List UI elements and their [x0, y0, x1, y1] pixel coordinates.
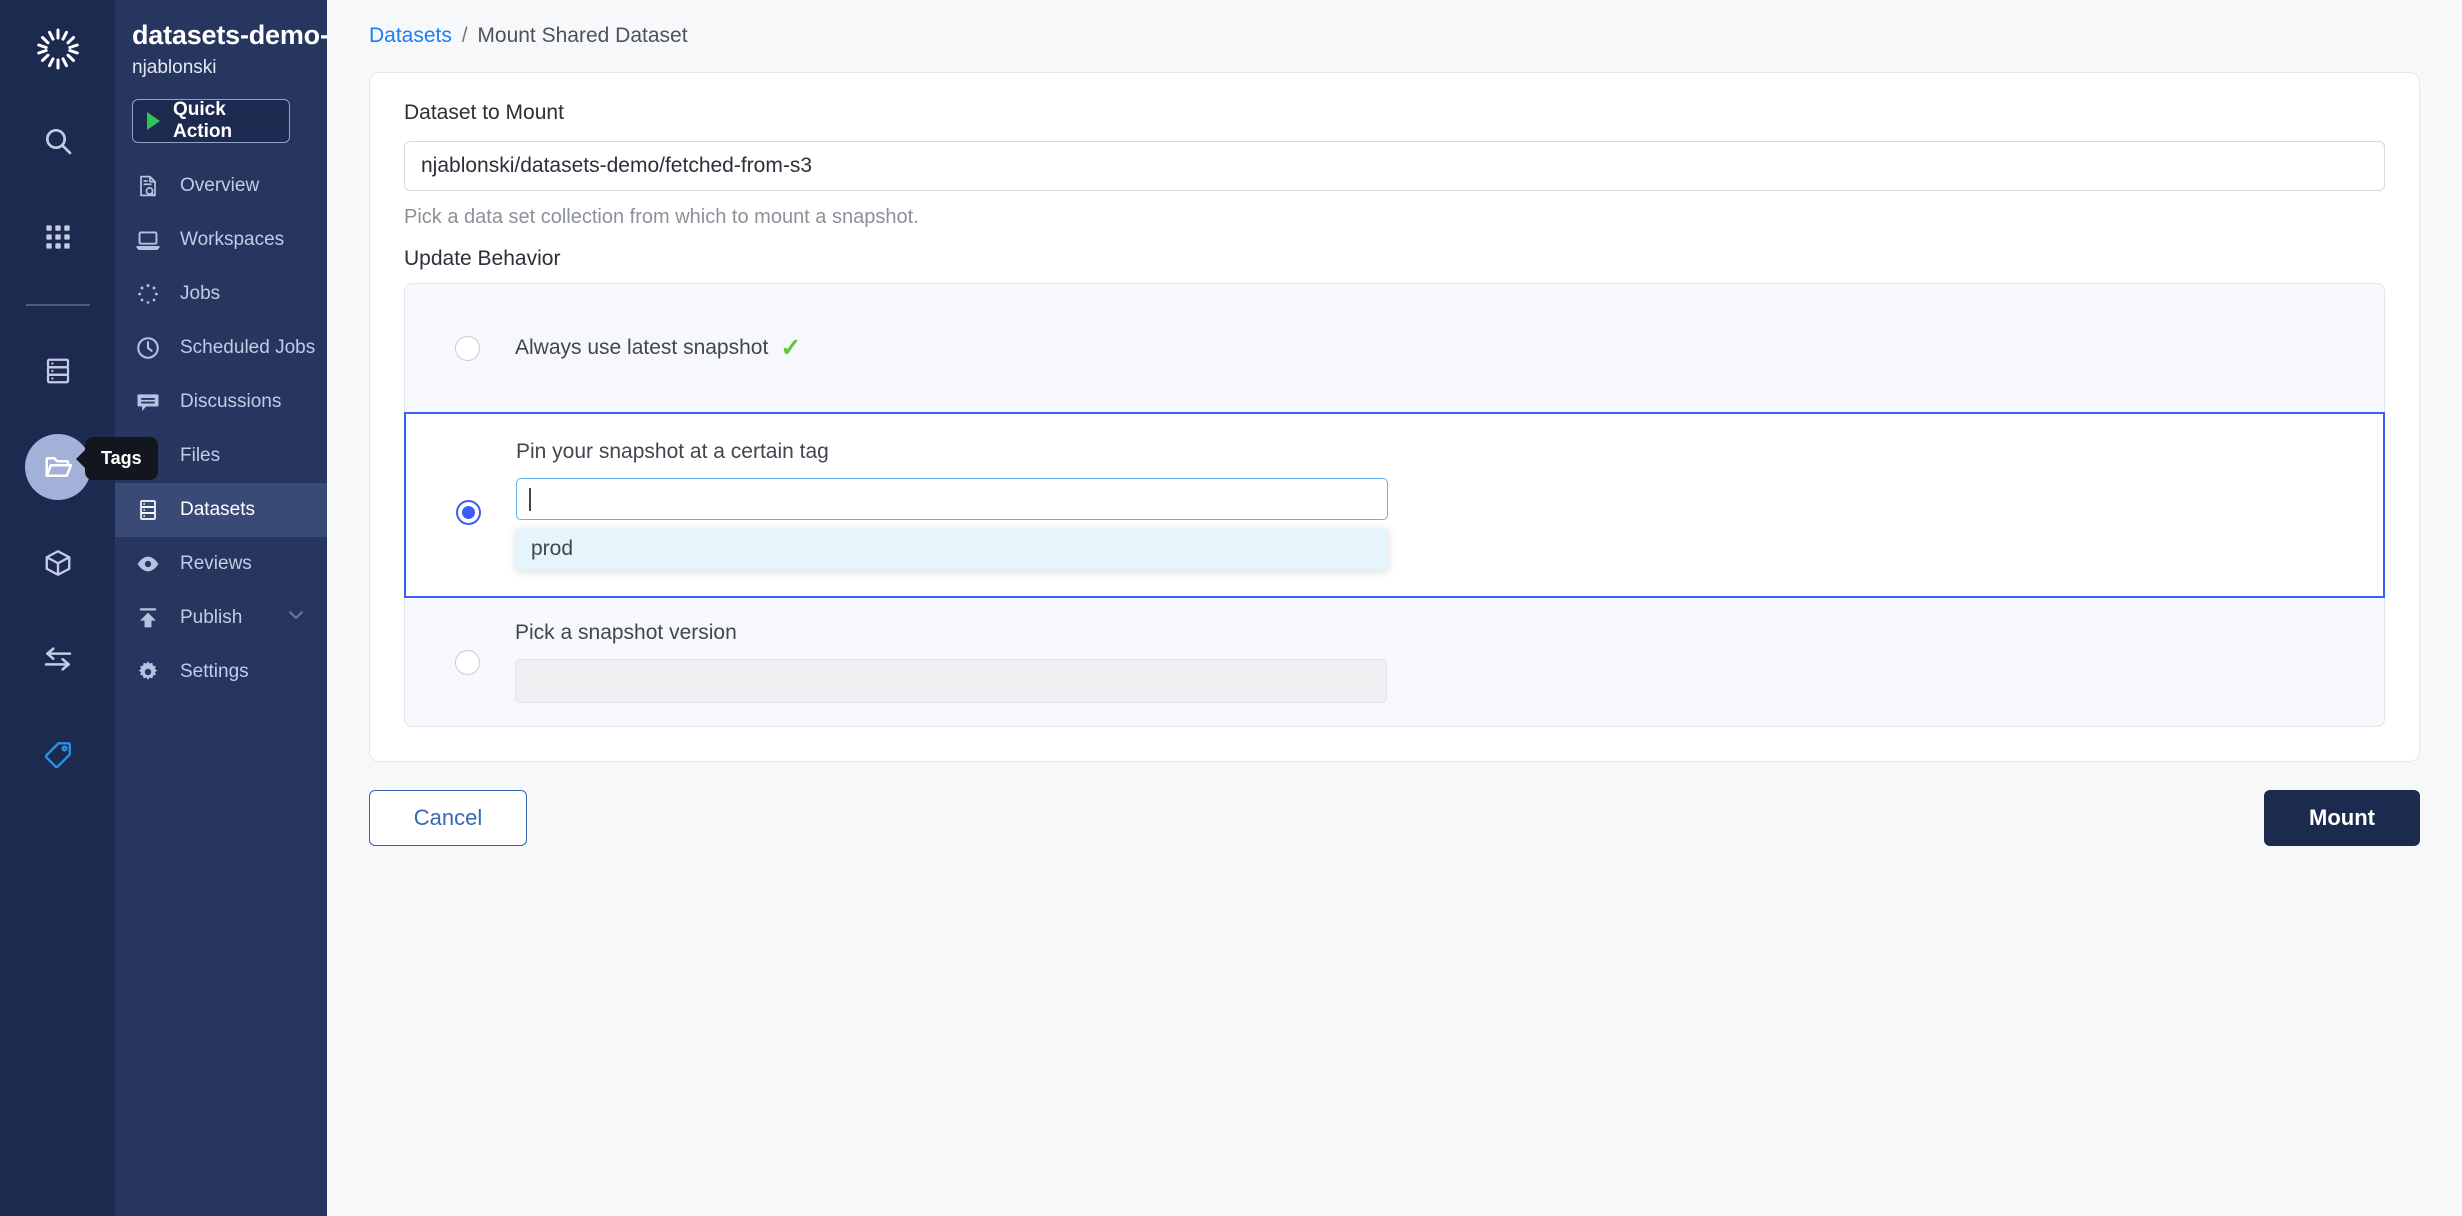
mount-form-card: Dataset to Mount njablonski/datasets-dem… [369, 72, 2420, 762]
tag-dropdown: prod [516, 528, 1388, 570]
clock-icon [134, 334, 162, 362]
laptop-icon [134, 226, 162, 254]
eye-icon [134, 550, 162, 578]
sidebar-item-publish[interactable]: Publish [115, 591, 327, 645]
dataset-to-mount-input[interactable]: njablonski/datasets-demo/fetched-from-s3 [404, 141, 2385, 191]
radio-pick-version[interactable] [455, 649, 480, 675]
sidebar-nav: Overview Workspaces Jobs Scheduled Jobs … [115, 159, 327, 699]
chevron-down-icon[interactable] [285, 604, 307, 632]
dataset-helper-text: Pick a data set collection from which to… [404, 206, 919, 228]
option-body: Pick a snapshot version [515, 621, 2362, 703]
text-caret [529, 487, 531, 511]
sidebar-item-jobs[interactable]: Jobs [115, 267, 327, 321]
sidebar-item-label: Publish [180, 607, 243, 628]
breadcrumb: Datasets / Mount Shared Dataset [327, 0, 2462, 48]
option-body: Pin your snapshot at a certain tag prod [516, 440, 2361, 570]
server-icon [134, 496, 162, 524]
sidebar-item-label: Discussions [180, 391, 282, 412]
option-pin-tag[interactable]: Pin your snapshot at a certain tag prod [404, 412, 2385, 598]
radio-always-latest[interactable] [455, 335, 480, 361]
sidebar-item-discussions[interactable]: Discussions [115, 375, 327, 429]
main-content: Datasets / Mount Shared Dataset Dataset … [327, 0, 2462, 1216]
quick-action-label: Quick Action [173, 99, 233, 142]
icon-rail [0, 0, 115, 1216]
project-sidebar: datasets-demo-co... njablonski Quick Act… [85, 0, 327, 1216]
sidebar-item-label: Jobs [180, 283, 221, 304]
option-pick-version[interactable]: Pick a snapshot version [405, 598, 2384, 726]
spinner-dots-icon [134, 280, 162, 308]
radio-dot [462, 506, 475, 519]
tag-icon[interactable] [25, 722, 91, 788]
checkmark-icon: ✓ [780, 334, 802, 362]
sidebar-item-label: Settings [180, 661, 249, 682]
quick-action-button[interactable]: Quick Action [132, 99, 290, 143]
radio-pin-tag[interactable] [456, 500, 481, 525]
aperture-logo-icon[interactable] [25, 16, 91, 82]
sidebar-item-overview[interactable]: Overview [115, 159, 327, 213]
cancel-button[interactable]: Cancel [369, 790, 527, 846]
search-icon[interactable] [25, 108, 91, 174]
snapshot-version-select [515, 659, 1387, 703]
dataset-to-mount-value: njablonski/datasets-demo/fetched-from-s3 [421, 154, 813, 177]
rail-divider [25, 304, 90, 306]
project-owner: njablonski [132, 57, 217, 78]
option-label-always-latest: Always use latest snapshot [515, 336, 769, 359]
transfer-arrows-icon[interactable] [25, 626, 91, 692]
app-root: datasets-demo-co... njablonski Quick Act… [0, 0, 2462, 1216]
sidebar-item-reviews[interactable]: Reviews [115, 537, 327, 591]
option-label-pick-version: Pick a snapshot version [515, 621, 737, 644]
breadcrumb-current: Mount Shared Dataset [477, 24, 688, 47]
sidebar-item-label: Reviews [180, 553, 252, 574]
form-footer: Cancel Mount [369, 790, 2420, 846]
mount-button[interactable]: Mount [2264, 790, 2420, 846]
tag-input[interactable] [516, 478, 1388, 520]
project-title: datasets-demo-co... [132, 20, 327, 50]
cube-model-icon[interactable] [25, 530, 91, 596]
breadcrumb-separator: / [461, 24, 468, 47]
option-body: Always use latest snapshot ✓ [515, 333, 2362, 363]
dataset-to-mount-label: Dataset to Mount [404, 101, 564, 124]
document-search-icon [134, 172, 162, 200]
sidebar-item-label: Overview [180, 175, 260, 196]
sidebar-item-label: Workspaces [180, 229, 285, 250]
play-icon [147, 112, 160, 130]
chat-bubble-icon [134, 388, 162, 416]
update-behavior-options: Always use latest snapshot ✓ Pin your sn… [404, 283, 2385, 727]
tags-tooltip: Tags [85, 437, 158, 480]
sidebar-item-datasets[interactable]: Datasets [115, 483, 327, 537]
sidebar-item-settings[interactable]: Settings [115, 645, 327, 699]
dropdown-option-prod[interactable]: prod [516, 528, 1388, 570]
gear-icon [134, 658, 162, 686]
sidebar-item-label: Files [180, 445, 221, 466]
sidebar-item-label: Datasets [180, 499, 255, 520]
server-datasets-icon[interactable] [25, 338, 91, 404]
option-always-latest[interactable]: Always use latest snapshot ✓ [405, 284, 2384, 412]
sidebar-item-scheduled-jobs[interactable]: Scheduled Jobs [115, 321, 327, 375]
grid-apps-icon[interactable] [25, 204, 91, 270]
sidebar-item-label: Scheduled Jobs [180, 337, 316, 358]
sidebar-item-workspaces[interactable]: Workspaces [115, 213, 327, 267]
option-label-pin-tag: Pin your snapshot at a certain tag [516, 440, 829, 463]
breadcrumb-link-datasets[interactable]: Datasets [369, 24, 452, 47]
update-behavior-label: Update Behavior [404, 247, 561, 270]
upload-icon [134, 604, 162, 632]
